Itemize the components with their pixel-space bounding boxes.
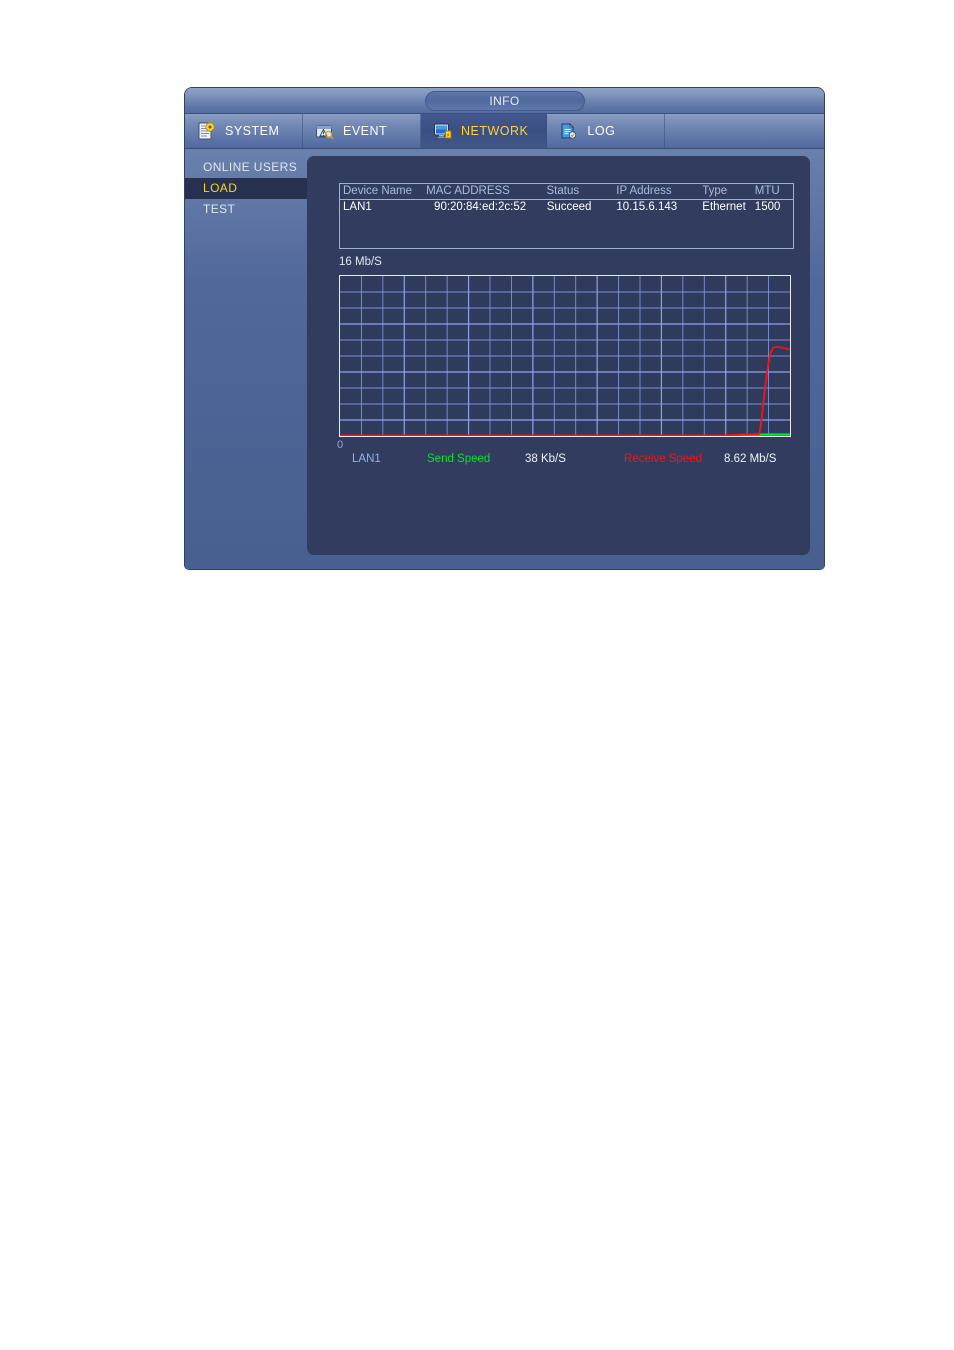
sidebar-item-test[interactable]: TEST bbox=[185, 199, 307, 220]
chart-series-layer bbox=[340, 346, 790, 436]
column-header-mtu: MTU bbox=[754, 185, 780, 197]
cell-ip-address: 10.15.6.143 bbox=[616, 201, 678, 213]
tab-system-label: SYSTEM bbox=[225, 124, 280, 138]
sidebar-item-load[interactable]: LOAD bbox=[185, 178, 307, 199]
tab-strip: SYSTEM EVENT NETWORK LOG bbox=[185, 114, 824, 149]
window-body: ONLINE USERS LOAD TEST Device Name MAC A… bbox=[185, 149, 824, 569]
column-header-device-name: Device Name bbox=[343, 185, 413, 197]
legend-receive-speed-value: 8.62 Mb/S bbox=[724, 453, 777, 465]
tab-network-label: NETWORK bbox=[461, 124, 529, 138]
tab-system[interactable]: SYSTEM bbox=[185, 114, 303, 148]
cell-mtu: 1500 bbox=[754, 201, 781, 213]
network-load-chart bbox=[339, 275, 791, 437]
sidebar: ONLINE USERS LOAD TEST bbox=[185, 149, 307, 569]
legend-send-speed-value: 38 Kb/S bbox=[525, 453, 566, 465]
chart-y-min-label: 0 bbox=[337, 439, 344, 451]
table-header-row: Device Name MAC ADDRESS Status IP Addres… bbox=[340, 184, 793, 200]
column-header-status: Status bbox=[546, 185, 580, 197]
legend-receive-speed-label: Receive Speed bbox=[624, 453, 702, 465]
column-header-mac-address: MAC ADDRESS bbox=[426, 185, 510, 197]
tab-strip-filler bbox=[665, 114, 824, 148]
content-panel: Device Name MAC ADDRESS Status IP Addres… bbox=[307, 156, 810, 555]
sidebar-item-online-users[interactable]: ONLINE USERS bbox=[185, 157, 307, 178]
tab-log[interactable]: LOG bbox=[547, 114, 666, 148]
column-header-ip-address: IP Address bbox=[616, 185, 672, 197]
table-row[interactable]: LAN1 90:20:84:ed:2c:52 Succeed 10.15.6.1… bbox=[340, 200, 793, 215]
cell-status: Succeed bbox=[546, 201, 592, 213]
legend-interface-name: LAN1 bbox=[352, 453, 381, 465]
system-document-gear-icon bbox=[197, 121, 217, 141]
column-header-type: Type bbox=[702, 185, 728, 197]
network-monitor-icon bbox=[433, 122, 453, 141]
device-table: Device Name MAC ADDRESS Status IP Addres… bbox=[339, 183, 794, 249]
tab-network[interactable]: NETWORK bbox=[421, 114, 548, 148]
legend-send-speed-label: Send Speed bbox=[427, 453, 491, 465]
tab-log-label: LOG bbox=[587, 124, 616, 138]
cell-device-name: LAN1 bbox=[343, 201, 372, 213]
chart-legend: LAN1 Send Speed 38 Kb/S Receive Speed 8.… bbox=[339, 453, 799, 469]
log-clipboard-icon bbox=[559, 122, 579, 141]
window-title: INFO bbox=[424, 91, 585, 111]
cell-type: Ethernet bbox=[702, 201, 746, 213]
cell-mac-address: 90:20:84:ed:2c:52 bbox=[434, 201, 527, 213]
tab-event-label: EVENT bbox=[343, 124, 388, 138]
tab-event[interactable]: EVENT bbox=[303, 114, 421, 148]
info-window: INFO SYSTEM EVENT NETWORK LOG ONLINE USE… bbox=[185, 88, 824, 569]
window-titlebar: INFO bbox=[185, 88, 824, 114]
series-receive-speed bbox=[340, 346, 790, 436]
event-warning-search-icon bbox=[315, 122, 335, 141]
chart-y-max-label: 16 Mb/S bbox=[339, 256, 382, 268]
